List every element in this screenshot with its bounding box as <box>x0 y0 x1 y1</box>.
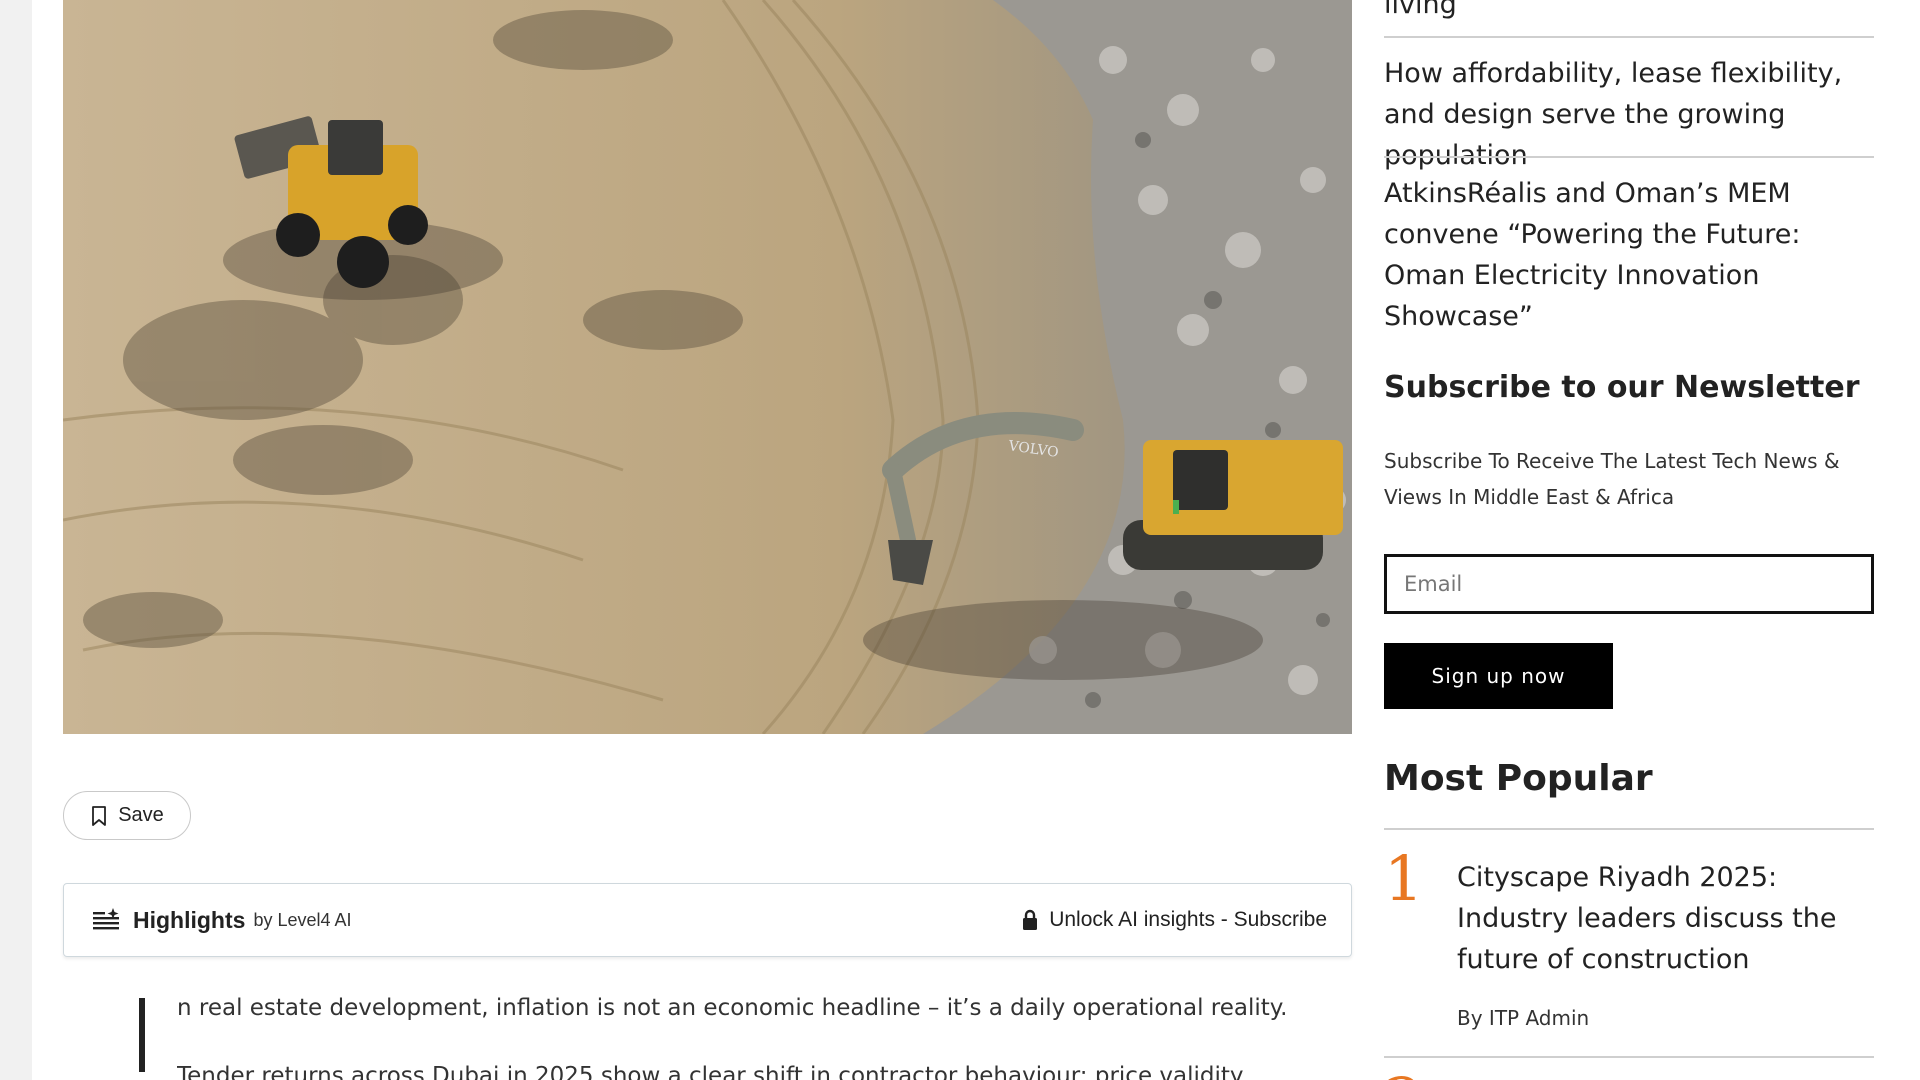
unlock-label: Unlock AI insights - Subscribe <box>1049 908 1327 931</box>
save-label: Save <box>118 804 164 826</box>
lock-icon <box>1023 909 1038 930</box>
bookmark-icon <box>92 805 107 826</box>
article-paragraph: n real estate development, inflation is … <box>177 995 1288 1021</box>
email-field[interactable] <box>1384 554 1874 614</box>
unlock-ai-insights-link[interactable]: Unlock AI insights - Subscribe <box>1021 908 1327 932</box>
sign-up-button[interactable]: Sign up now <box>1384 643 1613 709</box>
list-spark-icon <box>93 908 119 930</box>
newsletter-title: Subscribe to our Newsletter <box>1384 370 1860 405</box>
divider <box>1384 828 1874 830</box>
popular-article-author: By ITP Admin <box>1457 1006 1590 1030</box>
related-article-link[interactable]: living <box>1384 0 1874 25</box>
save-button[interactable]: Save <box>63 791 191 840</box>
highlights-panel: Highlights by Level4 AI Unlock AI insigh… <box>63 883 1352 957</box>
article-paragraph: Tender returns across Dubai in 2025 show… <box>177 1063 1244 1080</box>
page: VOLVO Save Highlights by Level4 AI Unloc… <box>32 0 1920 1080</box>
most-popular-title: Most Popular <box>1384 758 1653 799</box>
popular-rank: 2 <box>1384 1070 1423 1080</box>
divider <box>1384 156 1874 158</box>
related-article-link[interactable]: AtkinsRéalis and Oman’s MEM convene “Pow… <box>1384 173 1874 337</box>
popular-rank: 1 <box>1384 842 1424 915</box>
construction-site-illustration: VOLVO <box>63 0 1352 734</box>
divider <box>1384 1056 1874 1058</box>
drop-cap-bar <box>139 998 145 1072</box>
highlights-title: Highlights <box>133 906 246 933</box>
popular-article-link[interactable]: Cityscape Riyadh 2025: Industry leaders … <box>1457 857 1887 980</box>
newsletter-description: Subscribe To Receive The Latest Tech New… <box>1384 449 1840 509</box>
divider <box>1384 36 1874 38</box>
article-hero-image: VOLVO <box>63 0 1352 734</box>
highlights-byline: by Level4 AI <box>253 909 352 930</box>
